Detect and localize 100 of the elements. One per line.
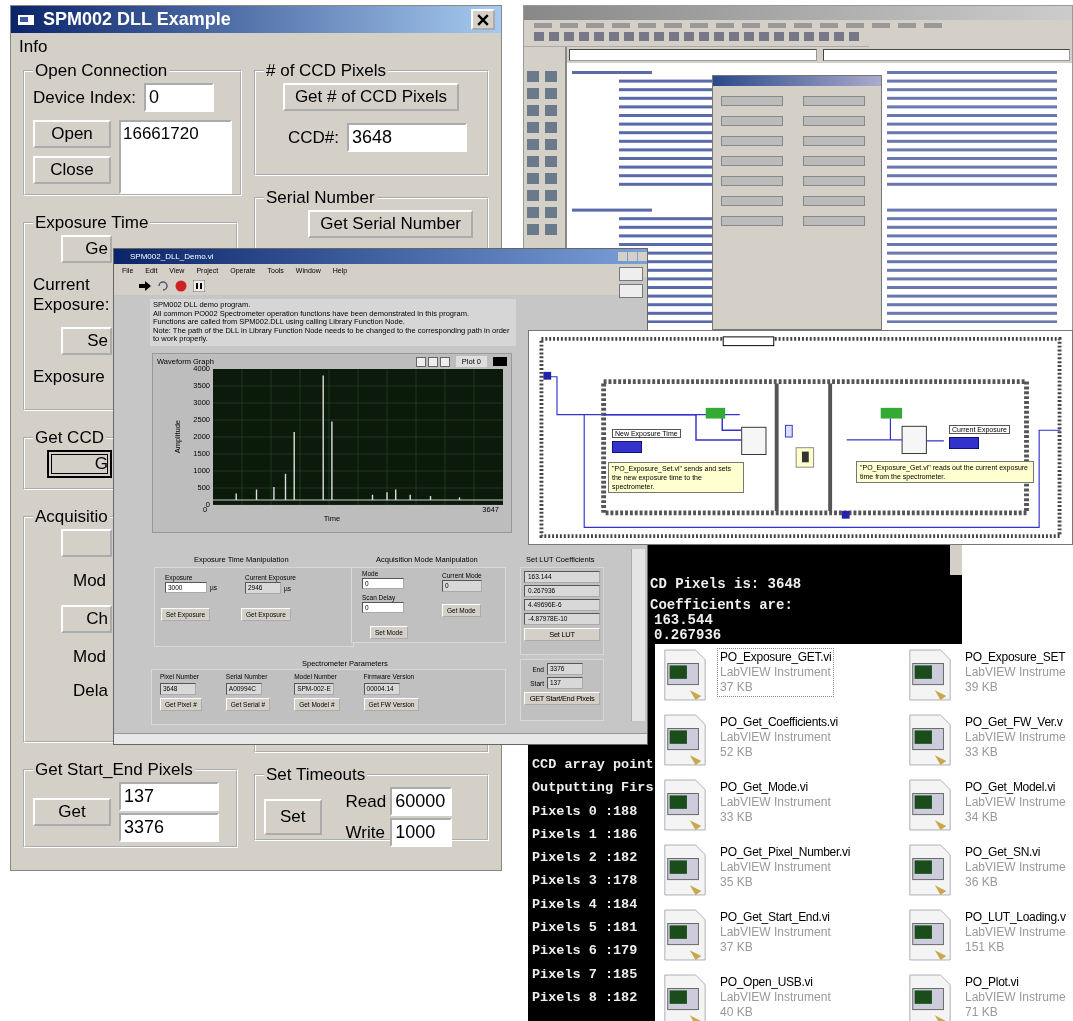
get-exposure-button[interactable]: Ge [61,235,112,263]
scrollbar[interactable] [631,549,645,721]
file-entry[interactable]: PO_Get_FW_Ver.v LabVIEW Instrume 33 KB [962,713,1069,762]
scrollbar[interactable] [950,545,962,575]
file-entry[interactable]: PO_Get_Model.vi LabVIEW Instrume 34 KB [962,778,1069,827]
run-arrow-icon[interactable] [139,281,151,291]
file-entry[interactable]: PO_Get_Pixel_Number.vi LabVIEW Instrument 35 KB [717,843,854,892]
list-item[interactable]: 16661720 [123,124,228,144]
file-entry[interactable]: PO_Exposure_GET.vi LabVIEW Instrument 37 KB [717,648,835,697]
console-line: Coefficients are: [650,598,794,613]
instrument-file-icon [906,778,954,832]
file-entry[interactable]: PO_Get_Start_End.vi LabVIEW Instrument 37 KB [717,908,834,957]
get-pixels-button[interactable]: Get [33,798,111,826]
console-line: Pixels 8 :182 [532,988,639,1007]
file-name: PO_LUT_Loading.v [965,910,1066,925]
console-line: Pixels 6 :179 [532,942,639,961]
group-title: Exposure Time [34,213,150,233]
file-size: 34 KB [965,810,999,825]
file-size: 151 KB [965,940,1006,955]
group-title: # of CCD Pixels [265,61,387,81]
abort-icon[interactable] [175,280,187,292]
menu-item[interactable]: Info [19,37,48,56]
handle-list[interactable]: 16661720 [119,120,232,194]
graph-palette-drawing[interactable] [415,356,450,367]
window-title: SPM002 DLL Example [43,9,232,30]
field-label: Dela [73,681,108,701]
object-dropdown[interactable] [569,49,817,61]
instrument-file-icon [661,908,709,962]
file-type: LabVIEW Instrument [720,795,831,810]
close-icon [477,13,489,26]
file-name: PO_Plot.vi [965,975,1020,990]
file-name: PO_Get_Pixel_Number.vi [720,845,851,860]
field-label: CCD#: [288,127,339,148]
close-connection-button[interactable]: Close [33,156,111,184]
pause-icon[interactable] [193,280,205,292]
file-type: LabVIEW Instrument [720,730,832,745]
get-ccd-button[interactable]: G [47,450,112,478]
instrument-file-icon [906,908,954,962]
file-type: LabVIEW Instrument [720,990,831,1005]
file-name: PO_Get_SN.vi [965,845,1042,860]
file-entry[interactable]: PO_Open_USB.vi LabVIEW Instrument 40 KB [717,973,834,1021]
instrument-file-icon [661,778,709,832]
file-name: PO_Exposure_GET.vi [720,650,832,665]
console-line: Pixels 4 :184 [532,895,639,914]
file-type: LabVIEW Instrume [965,795,1066,810]
ccd-pixels-field[interactable]: 3648 [347,123,467,152]
group-title: Serial Number [265,188,376,208]
close-button[interactable] [471,9,495,30]
group-title: Acquisitio [34,507,109,527]
file-type: LabVIEW Instrume [965,925,1066,940]
change-mode-button[interactable]: Ch [61,605,112,633]
file-size: 36 KB [965,875,999,890]
file-name: PO_Open_USB.vi [720,975,814,990]
field-label: Mod [73,571,107,591]
control-terminal-icon [612,441,642,453]
console-line: 0.267936 [653,628,723,643]
file-type: LabVIEW Instrume [965,730,1066,745]
file-size: 40 KB [720,1005,754,1020]
file-name: PO_Get_Mode.vi [720,780,809,795]
file-type: LabVIEW Instrume [965,860,1066,875]
group-title: Set Timeouts [265,765,367,785]
file-size: 39 KB [965,680,999,695]
instrument-file-icon [906,843,954,897]
field-label: Read [345,791,387,812]
file-size: 52 KB [720,745,754,760]
end-pixel-field[interactable]: 3376 [119,813,219,842]
instrument-file-icon [906,648,954,702]
field-label: Exposure [33,367,105,387]
get-ccd-pixels-button[interactable]: Get # of CCD Pixels [282,83,459,111]
file-name: PO_Get_Start_End.vi [720,910,831,925]
console-line: Pixels 7 :185 [532,965,639,984]
set-exposure-button[interactable]: Se [61,327,112,355]
get-serial-button[interactable]: Get Serial Number [308,210,473,238]
group-title: Get Start_End Pixels [34,760,194,780]
field-label: Mod [73,647,107,667]
file-entry[interactable]: PO_Plot.vi LabVIEW Instrume 71 KB [962,973,1069,1021]
plot-swatch-icon [493,357,507,366]
console-line: Outputting Firs [532,779,654,798]
run-continuous-icon[interactable] [157,280,169,292]
file-name: PO_Get_FW_Ver.v [965,715,1064,730]
open-button[interactable]: Open [33,120,111,148]
write-timeout-field[interactable]: 1000 [390,818,453,847]
indicator-terminal-icon [949,437,979,449]
instrument-file-icon [661,843,709,897]
procedure-dropdown[interactable] [822,49,1070,61]
start-pixel-field[interactable]: 137 [119,782,219,811]
panel-icon-drawing [619,267,643,298]
file-name: PO_Get_Coefficients.vi [720,715,838,730]
file-entry[interactable]: PO_LUT_Loading.v LabVIEW Instrume 151 KB [962,908,1069,957]
file-entry[interactable]: PO_Get_Mode.vi LabVIEW Instrument 33 KB [717,778,834,827]
file-size: 33 KB [720,810,754,825]
file-entry[interactable]: PO_Exposure_SET LabVIEW Instrume 39 KB [962,648,1069,697]
file-entry[interactable]: PO_Get_SN.vi LabVIEW Instrume 36 KB [962,843,1069,892]
device-index-field[interactable]: 0 [144,83,214,112]
console-line: Pixels 2 :182 [532,849,639,868]
window-buttons-drawing [618,252,647,261]
file-entry[interactable]: PO_Get_Coefficients.vi LabVIEW Instrument 52 KB [717,713,841,762]
read-timeout-field[interactable]: 60000 [390,787,453,816]
set-timeouts-button[interactable]: Set [264,799,322,835]
field-label: Write [345,822,386,843]
